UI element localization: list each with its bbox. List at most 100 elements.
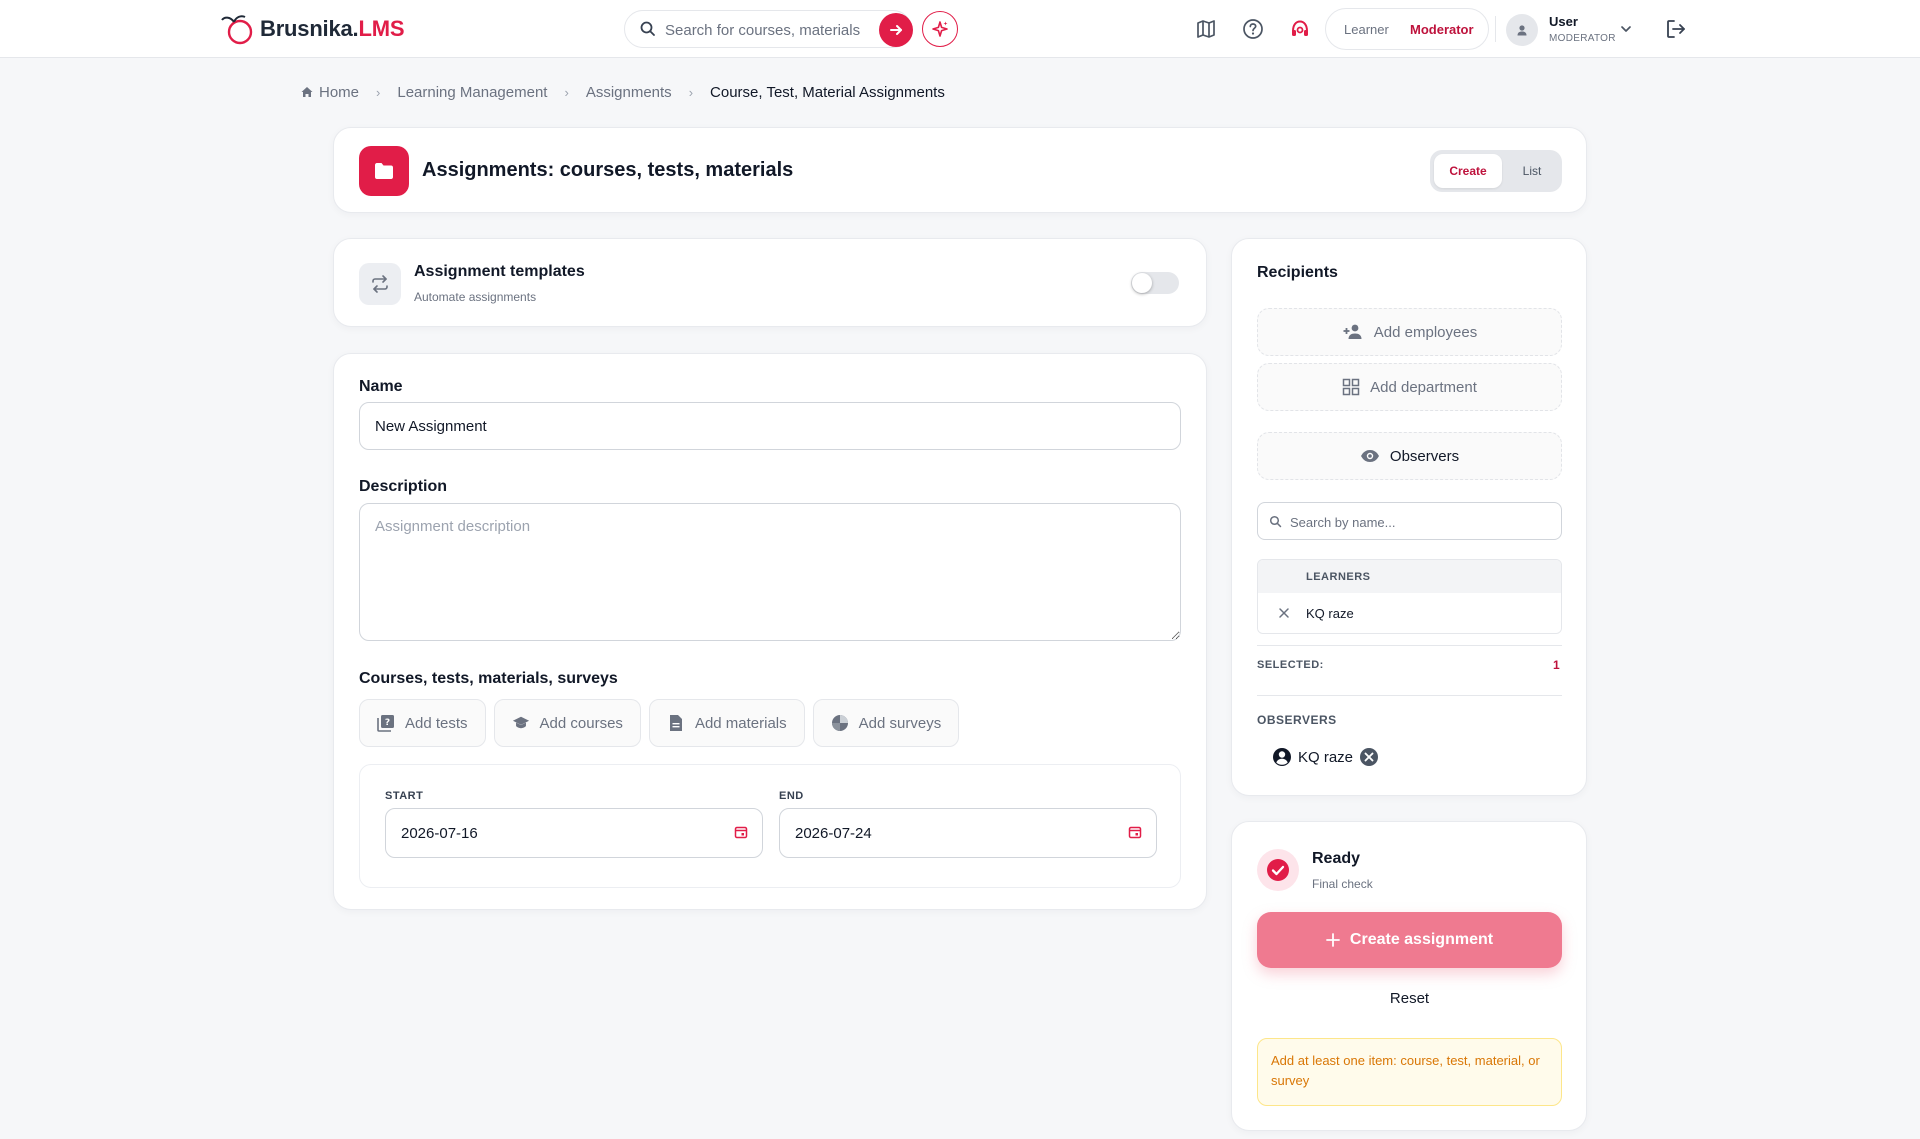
add-courses-label: Add courses [539,714,623,732]
recipient-search-input[interactable] [1290,512,1550,532]
add-tests-button[interactable]: ? Add tests [359,699,486,747]
learners-table: LEARNERS KQ raze [1257,559,1562,634]
tab-create[interactable]: Create [1434,154,1502,188]
description-textarea[interactable] [359,503,1181,641]
quiz-icon: ? [377,714,395,732]
tab-list[interactable]: List [1506,154,1558,188]
end-date-value: 2026-07-24 [795,825,872,842]
learner-row: KQ raze [1258,593,1561,633]
berry-logo-icon [221,15,253,45]
breadcrumb: Home › Learning Management › Assignments… [300,82,945,102]
search-submit-button[interactable] [879,13,913,47]
support-headset-icon [1292,20,1308,36]
search-icon [1269,515,1282,528]
global-search [624,10,913,48]
map-icon [1197,20,1215,38]
start-date-label: START [385,790,424,802]
add-surveys-button[interactable]: Add surveys [812,699,960,747]
selected-label: SELECTED: [1257,659,1324,671]
page-header-card: Assignments: courses, tests, materials C… [333,127,1587,213]
chevron-right-icon: › [564,84,569,100]
grid-icon [1342,378,1360,396]
add-courses-button[interactable]: Add courses [493,699,641,747]
breadcrumb-home[interactable]: Home [319,84,359,101]
repeat-icon [372,275,388,293]
global-search-input[interactable] [665,19,861,41]
remove-circle-icon[interactable] [1359,747,1379,767]
templates-card: Assignment templates Automate assignment… [333,238,1207,327]
observer-chip: KQ raze [1272,745,1379,769]
breadcrumb-assignments[interactable]: Assignments [586,84,672,101]
ready-badge [1257,849,1299,891]
check-circle-icon [1267,859,1289,881]
start-date-input[interactable]: 2026-07-16 [385,808,763,858]
add-tests-label: Add tests [405,714,468,732]
calendar-icon[interactable] [734,825,748,839]
person-add-icon [1343,324,1362,339]
add-employees-button[interactable]: Add employees [1257,308,1562,356]
add-department-label: Add department [1370,378,1477,396]
pie-chart-icon [831,714,849,732]
start-date-value: 2026-07-16 [401,825,478,842]
divider [1257,645,1562,646]
add-department-button[interactable]: Add department [1257,363,1562,411]
role-learner-option[interactable]: Learner [1344,22,1389,37]
end-date-input[interactable]: 2026-07-24 [779,808,1157,858]
eye-icon [1360,450,1379,462]
chevron-down-icon[interactable] [1618,21,1634,37]
document-icon [667,714,685,732]
folder-icon [375,163,393,179]
role-moderator-option[interactable]: Moderator [1410,22,1474,37]
items-label: Courses, tests, materials, surveys [359,670,618,687]
assignment-form-card: Name Description Courses, tests, materia… [333,353,1207,910]
help-button[interactable] [1241,17,1265,41]
support-button[interactable] [1288,17,1312,41]
sparkles-icon [932,21,948,37]
help-icon [1243,19,1263,39]
recipients-title: Recipients [1257,264,1338,281]
user-name[interactable]: User [1549,14,1578,29]
observers-label: Observers [1389,447,1460,465]
create-assignment-button[interactable]: Create assignment [1257,912,1562,968]
learner-name: KQ raze [1306,606,1354,621]
account-circle-icon [1273,748,1291,766]
submit-card: Ready Final check Create assignment Rese… [1231,821,1587,1131]
breadcrumb-learning-management[interactable]: Learning Management [397,84,547,101]
folder-badge [359,146,409,196]
brand-name: Brusnika.LMS [260,16,405,41]
ai-assistant-button[interactable] [922,11,958,47]
ready-title: Ready [1312,850,1361,867]
search-icon [640,21,655,36]
breadcrumb-current: Course, Test, Material Assignments [710,83,945,101]
observers-section-label: OBSERVERS [1257,713,1337,727]
arrow-right-icon [890,25,902,35]
add-employees-label: Add employees [1373,323,1478,341]
name-input[interactable] [359,402,1181,450]
recipient-search [1257,502,1562,540]
person-icon [1517,25,1527,36]
calendar-icon[interactable] [1128,825,1142,839]
add-materials-label: Add materials [694,714,787,732]
brand-logo[interactable]: Brusnika.LMS [220,12,405,46]
templates-subtitle: Automate assignments [414,290,537,304]
observer-name: KQ raze [1298,748,1354,766]
reset-button[interactable]: Reset [1257,990,1562,1007]
name-label: Name [359,378,403,395]
graduation-cap-icon [512,714,530,732]
add-materials-button[interactable]: Add materials [648,699,805,747]
home-icon [301,87,313,97]
role-switcher: Learner Moderator [1325,8,1489,50]
view-toggle: Create List [1430,150,1562,192]
templates-toggle[interactable] [1131,272,1179,294]
add-surveys-label: Add surveys [858,714,942,732]
recipients-card: Recipients Add employees Add department … [1231,238,1587,796]
end-date-label: END [779,790,804,802]
map-button[interactable] [1194,17,1218,41]
user-avatar[interactable] [1506,14,1538,46]
remove-icon[interactable] [1278,607,1290,619]
logout-icon[interactable] [1664,17,1688,41]
observers-button[interactable]: Observers [1257,432,1562,480]
validation-warning: Add at least one item: course, test, mat… [1257,1038,1562,1106]
templates-title: Assignment templates [414,263,585,280]
templates-badge [359,263,401,305]
